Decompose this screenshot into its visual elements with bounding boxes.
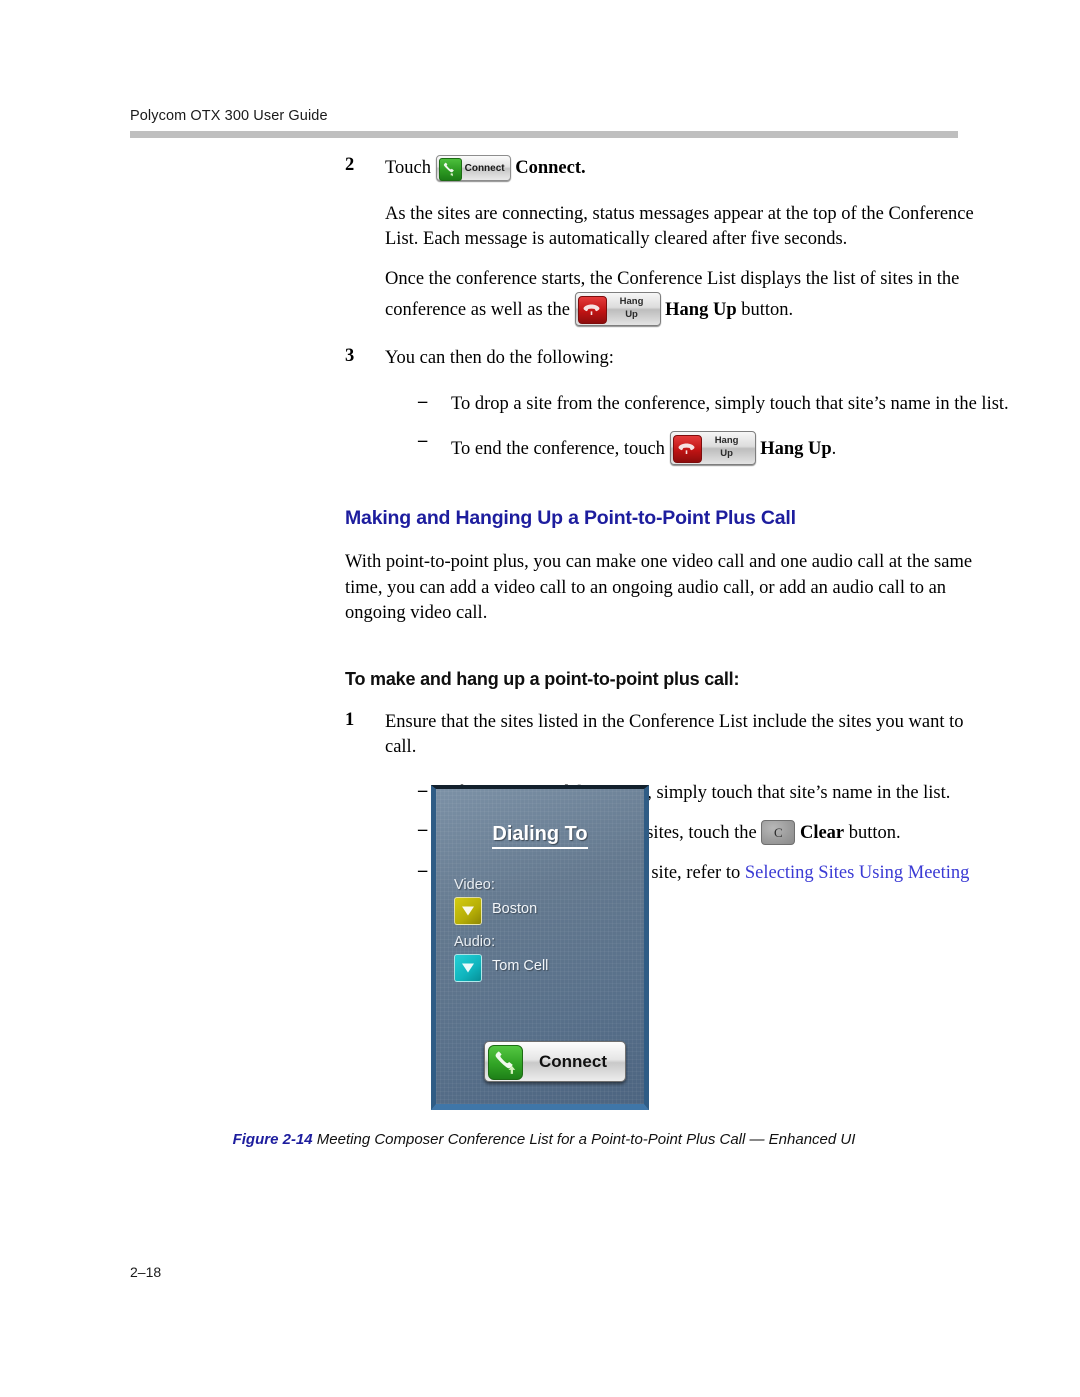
page-number: 2–18 <box>130 1264 162 1280</box>
audio-dropdown-icon[interactable] <box>454 954 482 982</box>
hangup-button-inline-label: Hang Up <box>607 295 657 321</box>
step-2-paragraph-1: As the sites are connecting, status mess… <box>385 203 974 250</box>
step-2-number: 2 <box>345 155 355 175</box>
video-dropdown-icon[interactable] <box>454 897 482 925</box>
video-label: Video: <box>454 877 495 893</box>
step-3-text: You can then do the following: <box>385 348 614 368</box>
step-2-paragraph-2: Once the conference starts, the Conferen… <box>385 267 980 326</box>
panel-connect-button[interactable]: Connect <box>484 1041 626 1082</box>
hangup-handset-icon <box>577 296 607 324</box>
hangup-label-line1: Hang <box>619 296 644 307</box>
video-site-name: Boston <box>492 901 538 917</box>
dash-marker: – <box>418 391 428 412</box>
panel-connect-label: Connect <box>539 1052 607 1071</box>
handset-glyph <box>495 1051 516 1074</box>
phone-handset-icon <box>488 1045 523 1080</box>
phone-handset-icon <box>438 158 462 181</box>
step-2-trailing: Connect. <box>515 158 586 178</box>
handset-glyph <box>443 162 454 177</box>
hangup-rest-text: button. <box>736 300 794 320</box>
step-3-number: 3 <box>345 346 355 366</box>
header-rule <box>130 131 958 138</box>
section-subheading: To make and hang up a point-to-point plu… <box>345 668 740 689</box>
hangup-glyph <box>583 304 599 315</box>
ptp-step-1-text: Ensure that the sites listed in the Conf… <box>385 711 964 758</box>
step-3: 3 You can then do the following: <box>345 346 980 372</box>
dash-marker: – <box>418 431 428 451</box>
audio-site-name: Tom Cell <box>492 958 549 974</box>
section-heading: Making and Hanging Up a Point-to-Point P… <box>345 507 796 529</box>
hangup-handset-icon <box>672 435 702 463</box>
hangup-bold-text: Hang Up <box>665 300 737 320</box>
figure-caption: Figure 2-14 Meeting Composer Conference … <box>130 1128 958 1152</box>
step-3-dash-1: – To drop a site from the conference, si… <box>418 392 1016 418</box>
audio-label: Audio: <box>454 934 496 950</box>
step-2-lead: Touch <box>385 158 431 178</box>
figure-number: Figure 2-14 <box>232 1131 313 1148</box>
connect-button-inline[interactable]: Connect <box>435 155 511 181</box>
hangup-glyph <box>678 443 695 454</box>
section-body: With point-to-point plus, you can make o… <box>345 552 973 623</box>
panel-title: Dialing To <box>436 823 644 849</box>
step-3-dash-2: – To end the conference, touch Hang Up H… <box>418 431 1016 465</box>
step-3-dash-1-text: To drop a site from the conference, simp… <box>451 393 1009 414</box>
ptp-step-1: 1 Ensure that the sites listed in the Co… <box>345 710 980 761</box>
figure-caption-text: Meeting Composer Conference List for a P… <box>316 1131 856 1148</box>
hangup-button-inline[interactable]: Hang Up <box>574 292 661 326</box>
ptp-step-1-number: 1 <box>345 709 355 730</box>
step-2: 2 Touch Connect Connect. <box>345 155 980 182</box>
chevron-down-icon <box>462 906 474 916</box>
connect-button-inline-label: Connect <box>464 163 505 174</box>
step-3-dash-2-bold: Hang Up <box>760 439 832 459</box>
hangup-label-line2: Up <box>720 448 733 459</box>
step-3-dash-2-after: . <box>831 439 837 459</box>
running-head: Polycom OTX 300 User Guide <box>130 108 328 124</box>
hangup-label-line2: Up <box>625 309 638 320</box>
hangup-button-inline-2[interactable]: Hang Up <box>669 431 756 465</box>
hangup-label-line1: Hang <box>714 435 739 446</box>
chevron-down-icon <box>462 963 474 973</box>
step-2-text: Touch Connect Connect. <box>385 155 980 182</box>
figure-image: Dialing To Video: Boston Audio: Tom Cell <box>0 785 1080 1115</box>
hangup-button-inline-label: Hang Up <box>702 434 752 460</box>
step-3-dash-2-text: To end the conference, touch <box>451 439 665 459</box>
dialing-to-panel: Dialing To Video: Boston Audio: Tom Cell <box>431 785 649 1110</box>
